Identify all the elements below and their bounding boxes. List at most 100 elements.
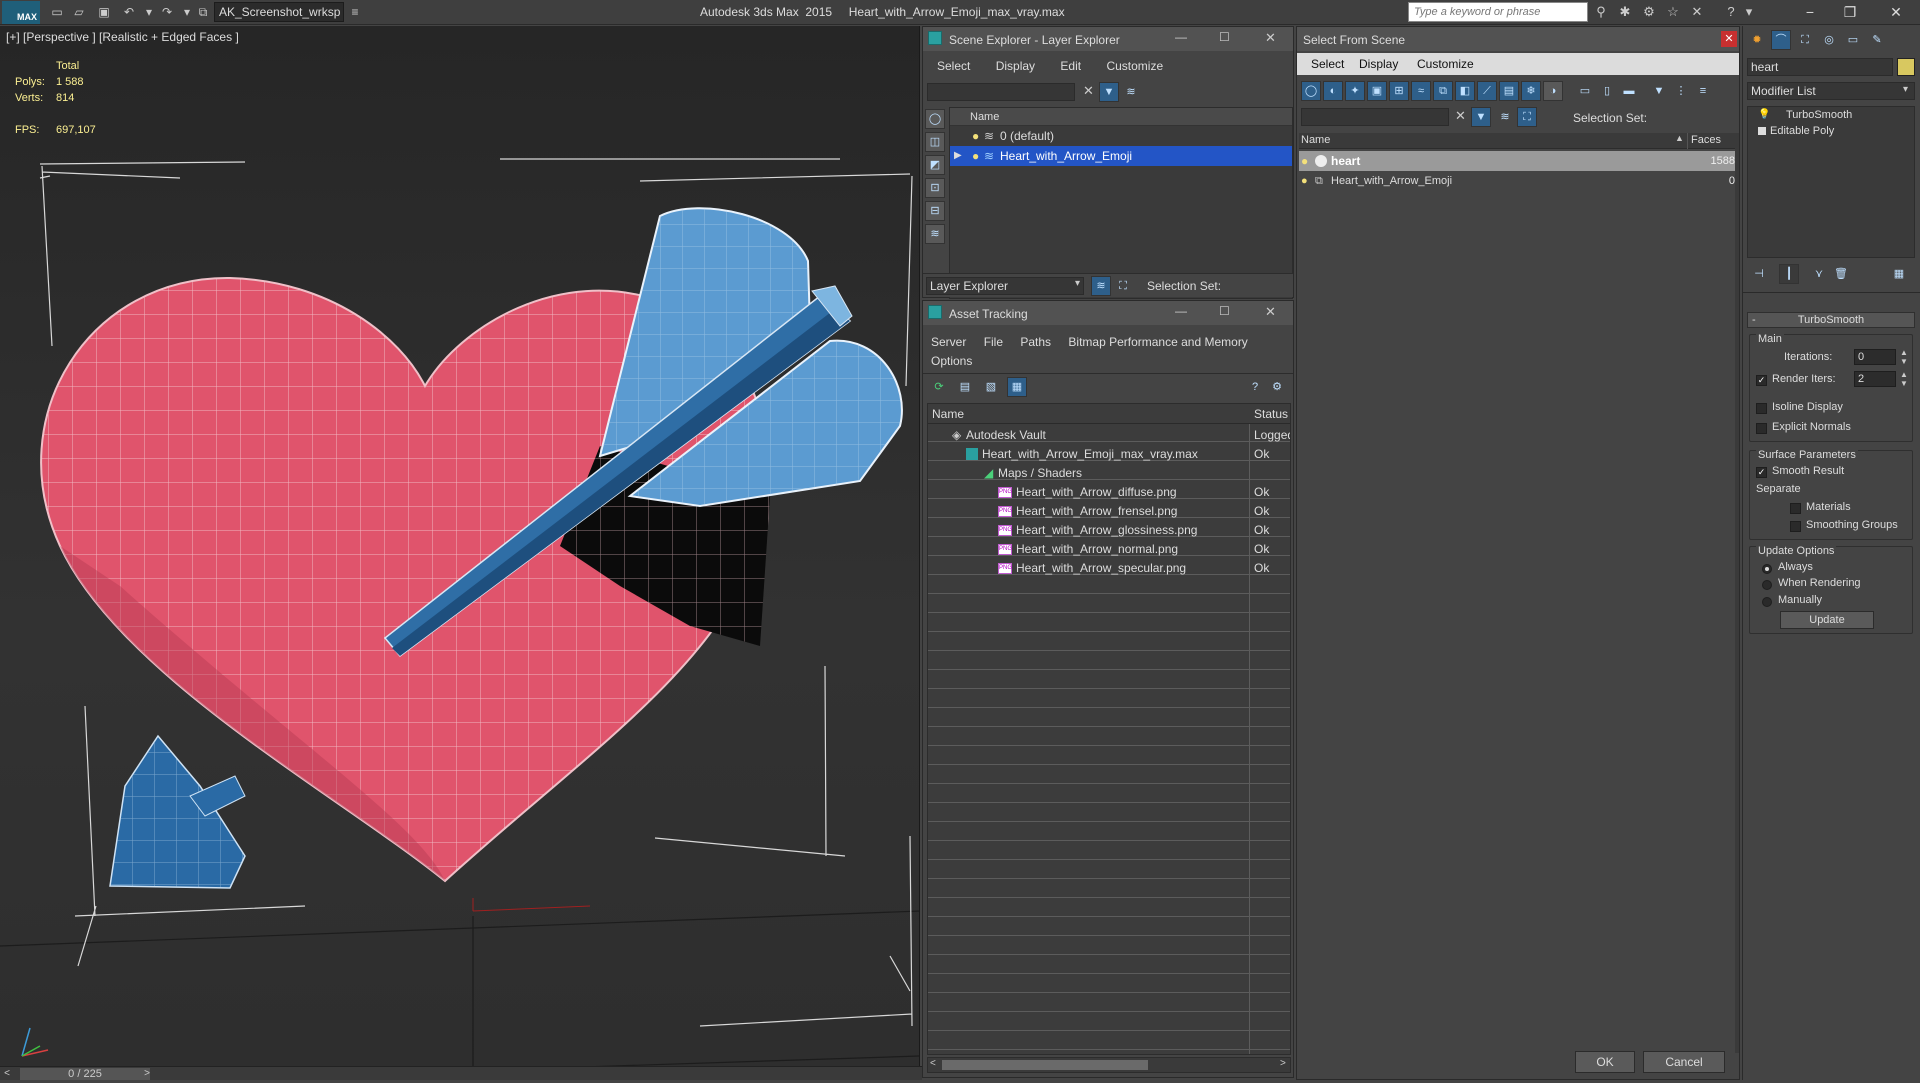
maximize-icon[interactable]: ☐ [1219,30,1230,44]
render-iters-spinner[interactable]: 2 [1854,371,1896,387]
time-next-icon[interactable]: > [140,1065,154,1079]
help-dropdown-icon[interactable]: ▾ [1740,3,1758,21]
redo-icon[interactable]: ↷ [158,3,176,21]
asset-row-maps-shaders[interactable]: ◢ Maps / Shaders [928,464,1290,483]
make-unique-icon[interactable]: ⋎ [1809,264,1829,284]
scroll-left-icon[interactable]: < [930,1058,936,1069]
bones-filter-icon[interactable]: ⟋ [1477,81,1497,101]
always-radio[interactable] [1762,561,1772,575]
render-iters-checkbox[interactable]: ✓ [1756,373,1767,387]
project-folder-icon[interactable]: ⧉ [194,3,212,21]
turbosmooth-rollout-header[interactable]: - TurboSmooth [1747,312,1915,328]
minimize-icon[interactable]: — [1175,304,1187,318]
modifier-list-dropdown[interactable]: Modifier List [1747,82,1915,100]
materials-checkbox[interactable] [1790,501,1801,515]
menu-paths[interactable]: Paths [1020,335,1051,349]
invert-display-icon[interactable]: ◩ [925,155,945,175]
smooth-result-checkbox[interactable]: ✓ [1756,465,1767,479]
lightbulb-icon[interactable]: ● [1301,151,1308,171]
cameras-filter-icon[interactable]: ▣ [1367,81,1387,101]
asset-row-max-file[interactable]: Heart_with_Arrow_Emoji_max_vray.max Ok [928,445,1290,464]
ok-button[interactable]: OK [1575,1051,1635,1073]
close-icon[interactable]: ✕ [1265,304,1276,320]
asset-row-normal[interactable]: PNG Heart_with_Arrow_normal.png Ok [928,540,1290,559]
list-view-icon[interactable]: ▤ [955,377,975,397]
filter-icon[interactable]: ▼ [1099,82,1119,102]
select-from-scene-titlebar[interactable]: Select From Scene ✕ [1297,27,1739,51]
menu-file[interactable]: File [984,335,1003,349]
table-view-icon[interactable]: ▦ [1007,377,1027,397]
lights-filter-icon[interactable]: ✦ [1345,81,1365,101]
asset-row-specular[interactable]: PNG Heart_with_Arrow_specular.png Ok [928,559,1290,578]
select-none-icon[interactable]: ▯ [1597,81,1617,101]
modify-tab-icon[interactable]: ⌒ [1771,30,1791,50]
tools-icon[interactable]: ✱ [1616,3,1634,21]
scroll-right-icon[interactable]: > [1280,1058,1286,1069]
vertical-scrollbar[interactable] [1735,133,1739,1053]
binoculars-icon[interactable]: ⚲ [1592,3,1610,21]
display-tab-icon[interactable]: ▭ [1843,30,1863,50]
close-icon[interactable]: ✕ [1265,30,1276,46]
find-icon[interactable]: ⊡ [925,178,945,198]
subscription-icon[interactable]: ⚙ [1640,3,1658,21]
explicit-normals-checkbox[interactable] [1756,421,1767,435]
find-field[interactable] [1301,108,1449,126]
undo-icon[interactable]: ↶ [120,3,138,21]
menu-customize[interactable]: Customize [1417,57,1474,71]
hidden-filter-icon[interactable]: ◑ [1543,81,1563,101]
minimize-icon[interactable]: — [1175,30,1187,44]
select-invert-icon[interactable]: ▬ [1619,81,1639,101]
app-logo[interactable]: MAX [2,1,40,24]
sort-ascending-icon[interactable]: ▲ [1675,133,1684,143]
menu-display[interactable]: Display [1359,57,1398,71]
frame-counter[interactable]: 0 / 225 [20,1068,150,1080]
object-color-swatch[interactable] [1897,58,1915,76]
remove-modifier-icon[interactable]: 🗑 [1831,264,1851,284]
lightbulb-icon[interactable]: ● [1301,171,1308,191]
time-slider[interactable]: < 0 / 225 > [0,1066,922,1080]
lightbulb-icon[interactable]: 💡 [1758,107,1770,123]
layer-row-heart-with-arrow[interactable]: ▶ ● ≋ Heart_with_Arrow_Emoji [950,146,1292,166]
when-rendering-radio[interactable] [1762,577,1772,591]
menu-edit[interactable]: Edit [1060,59,1081,73]
xrefs-filter-icon[interactable]: ◧ [1455,81,1475,101]
pin-stack-icon[interactable]: ⊣ [1749,264,1769,284]
update-button[interactable]: Update [1780,611,1874,629]
helpers-filter-icon[interactable]: ⊞ [1389,81,1409,101]
asset-row-diffuse[interactable]: PNG Heart_with_Arrow_diffuse.png Ok [928,483,1290,502]
utilities-tab-icon[interactable]: ✎ [1867,30,1887,50]
settings-icon[interactable]: ⚙ [1267,377,1287,397]
workspace-menu-icon[interactable]: ≡ [346,3,364,21]
menu-server[interactable]: Server [931,335,966,349]
sync-selection-icon[interactable]: ⊟ [925,201,945,221]
scene-explorer-titlebar[interactable]: Scene Explorer - Layer Explorer — ☐ ✕ [923,27,1293,51]
lightbulb-icon[interactable]: ● [972,126,979,146]
collapse-icon[interactable]: - [1752,313,1756,327]
iterations-spinner[interactable]: 0 [1854,349,1896,365]
star-icon[interactable]: ☆ [1664,3,1682,21]
spinner-arrows-icon[interactable]: ▲ ▼ [1900,370,1908,388]
thumbnail-view-icon[interactable]: ▧ [981,377,1001,397]
display-all-icon[interactable]: ◫ [925,132,945,152]
open-folder-icon[interactable]: ▱ [70,3,88,21]
column-header-name[interactable]: Name [932,404,964,424]
exchange-icon[interactable]: ✕ [1688,3,1706,21]
shapes-filter-icon[interactable]: ◐ [1323,81,1343,101]
column-header-name[interactable]: Name [950,108,1292,126]
explorer-type-dropdown[interactable]: Layer Explorer [926,277,1084,295]
scene-row-heart[interactable]: ● heart 1588 [1299,151,1739,171]
lightbulb-icon[interactable]: ● [972,146,979,166]
asset-row-glossiness[interactable]: PNG Heart_with_Arrow_glossiness.png Ok [928,521,1290,540]
display-none-icon[interactable]: ◯ [925,109,945,129]
close-icon[interactable]: ✕ [1721,31,1737,47]
layer-mode-icon[interactable]: ≋ [1091,276,1111,296]
frozen-filter-icon[interactable]: ❄ [1521,81,1541,101]
maximize-icon[interactable]: ☐ [1219,304,1230,318]
stack-item-editable-poly[interactable]: Editable Poly [1748,123,1914,139]
stack-item-turbosmooth[interactable]: 💡 TurboSmooth [1748,107,1914,123]
cancel-button[interactable]: Cancel [1643,1051,1725,1073]
motion-tab-icon[interactable]: ◎ [1819,30,1839,50]
groups-filter-icon[interactable]: ⧉ [1433,81,1453,101]
menu-bitmap-performance[interactable]: Bitmap Performance and Memory [1068,335,1247,349]
geometry-filter-icon[interactable]: ◯ [1301,81,1321,101]
